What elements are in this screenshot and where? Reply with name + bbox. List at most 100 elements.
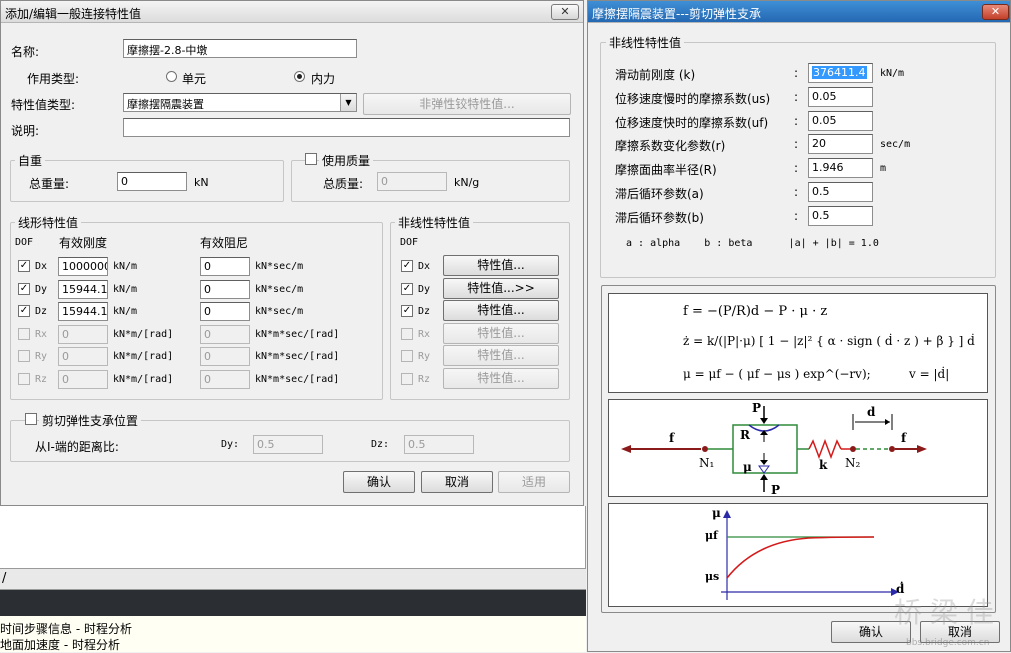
watermark-logo: 桥梁佳 bbox=[894, 596, 1003, 629]
nonlinear-checkbox-dz[interactable]: ✓ bbox=[401, 305, 413, 317]
damping-input[interactable]: 0 bbox=[200, 324, 250, 344]
param-unit: sec/m bbox=[880, 139, 911, 151]
stiffness-input[interactable]: 15944.1 bbox=[58, 302, 108, 321]
curve-y-label: μ bbox=[712, 506, 721, 520]
description-input[interactable] bbox=[123, 118, 570, 137]
param-input[interactable]: 0.5 bbox=[808, 182, 873, 202]
use-mass-checkbox[interactable] bbox=[305, 153, 317, 165]
stiffness-unit: kN/m bbox=[113, 261, 138, 272]
nonlinear-dof-header: DOF bbox=[400, 237, 419, 248]
param-input[interactable]: 0.5 bbox=[808, 205, 873, 226]
stiffness-input[interactable]: 0 bbox=[58, 324, 108, 344]
property-type-select[interactable]: 摩擦摆隔震装置 ▼ bbox=[123, 93, 357, 112]
dof-label: Dy bbox=[35, 283, 48, 295]
model-label-n2: N₂ bbox=[845, 456, 861, 470]
nonlinear-checkbox-rz[interactable] bbox=[401, 372, 413, 385]
chevron-down-icon[interactable]: ▼ bbox=[340, 94, 356, 111]
model-label-n1: N₁ bbox=[699, 456, 715, 470]
close-icon[interactable]: ✕ bbox=[551, 4, 579, 20]
stiffness-unit: kN*m/[rad] bbox=[113, 328, 174, 340]
apply-button[interactable]: 适用 bbox=[498, 471, 570, 493]
damping-input[interactable]: 0 bbox=[200, 369, 250, 389]
param-colon: : bbox=[794, 89, 799, 104]
stiffness-unit: kN*m/[rad] bbox=[113, 351, 174, 362]
param-colon: : bbox=[794, 161, 799, 176]
dof-label: Dx bbox=[35, 261, 48, 272]
nonlinear-properties-button[interactable]: 特性值... bbox=[443, 367, 559, 389]
nonlinear-properties-button[interactable]: 特性值... bbox=[443, 322, 559, 344]
dof-checkbox-rz[interactable] bbox=[18, 372, 30, 385]
radio-internal-force-label: 内力 bbox=[311, 72, 336, 86]
dy-label: Dy: bbox=[221, 439, 240, 450]
stiffness-input[interactable]: 15944.1 bbox=[58, 279, 108, 299]
damping-input[interactable]: 0 bbox=[200, 257, 250, 276]
nonlinear-properties-button[interactable]: 特性值... bbox=[443, 300, 559, 321]
param-value: 20 bbox=[812, 137, 826, 151]
dof-label: Rz bbox=[35, 373, 48, 385]
nonlinear-dof-label: Rz bbox=[418, 373, 431, 385]
dof-checkbox-rx[interactable] bbox=[18, 327, 30, 340]
hinge-properties-button[interactable]: 非弹性铰特性值... bbox=[363, 93, 571, 115]
param-value: 0.5 bbox=[812, 185, 830, 198]
nonlinear-properties-button[interactable]: 特性值... bbox=[443, 255, 559, 276]
dof-checkbox-dx[interactable]: ✓ bbox=[18, 260, 30, 272]
formula-box: f = −(P/R)d − P · μ · z ż = k/(|P|·μ) [ … bbox=[608, 293, 988, 393]
nonlinear-checkbox-dy[interactable]: ✓ bbox=[401, 282, 413, 295]
nonlinear-properties-button[interactable]: 特性值... bbox=[443, 345, 559, 366]
param-colon: : bbox=[794, 66, 799, 80]
nonlinear-checkbox-ry[interactable] bbox=[401, 350, 413, 362]
param-value: 1.946 bbox=[812, 161, 844, 175]
name-input[interactable]: 摩擦摆-2.8-中墩 bbox=[123, 39, 357, 58]
model-label-r: R bbox=[740, 428, 750, 442]
stiffness-input[interactable]: 10000000 bbox=[58, 257, 108, 276]
close-icon[interactable]: ✕ bbox=[982, 4, 1009, 20]
stiffness-unit: kN*m/[rad] bbox=[113, 373, 174, 385]
param-input[interactable]: 1.946 bbox=[808, 158, 873, 179]
param-label: 位移速度慢时的摩擦系数(us) bbox=[615, 91, 771, 106]
dof-checkbox-dz[interactable]: ✓ bbox=[18, 305, 30, 317]
nonlinear-properties-button[interactable]: 特性值...>> bbox=[443, 277, 559, 299]
param-label: 摩擦系数变化参数(r) bbox=[615, 139, 726, 154]
total-weight-input[interactable]: 0 bbox=[117, 172, 187, 191]
param-input[interactable]: 0.05 bbox=[808, 110, 873, 131]
stiffness-header: 有效刚度 bbox=[59, 236, 108, 250]
dz-ratio-input[interactable]: 0.5 bbox=[404, 435, 474, 454]
dy-ratio-input[interactable]: 0.5 bbox=[253, 435, 323, 454]
param-label: 滞后循环参数(b) bbox=[615, 210, 704, 225]
radio-internal-force[interactable] bbox=[294, 71, 305, 82]
param-input[interactable]: 376411.4 bbox=[808, 63, 873, 83]
ok-button[interactable]: 确认 bbox=[343, 471, 415, 493]
stiffness-input[interactable]: 0 bbox=[58, 347, 108, 366]
shear-spring-checkbox[interactable] bbox=[25, 413, 37, 425]
damping-input[interactable]: 0 bbox=[200, 279, 250, 299]
total-mass-input[interactable]: 0 bbox=[377, 172, 447, 191]
stiffness-input[interactable]: 0 bbox=[58, 369, 108, 389]
left-dialog-title: 添加/编辑一般连接特性值 bbox=[5, 7, 142, 21]
model-diagram-svg bbox=[621, 406, 927, 492]
tab-divider[interactable]: / bbox=[2, 571, 6, 586]
damping-input[interactable]: 0 bbox=[200, 347, 250, 366]
curve-muf-label: μf bbox=[705, 529, 718, 542]
total-mass-unit: kN/g bbox=[454, 176, 480, 189]
radio-element[interactable] bbox=[166, 71, 177, 82]
model-label-f-left: f bbox=[669, 431, 675, 445]
param-label: 摩擦面曲率半径(R) bbox=[615, 163, 717, 178]
model-label-k: k bbox=[819, 458, 828, 472]
formula-friction: μ = μf − ( μf − μs ) exp^(−rv); bbox=[683, 367, 871, 381]
dof-checkbox-dy[interactable]: ✓ bbox=[18, 282, 30, 295]
property-type-label: 特性值类型: bbox=[11, 98, 76, 112]
nonlinear-checkbox-rx[interactable] bbox=[401, 327, 413, 340]
param-input[interactable]: 20 bbox=[808, 134, 873, 155]
param-label: 滑动前刚度 (k) bbox=[615, 68, 696, 82]
linear-title: 线形特性值 bbox=[15, 214, 82, 231]
dof-checkbox-ry[interactable] bbox=[18, 350, 30, 362]
background-tab-strip: / bbox=[0, 568, 586, 590]
param-input[interactable]: 0.05 bbox=[808, 86, 873, 107]
damping-input[interactable]: 0 bbox=[200, 302, 250, 321]
radio-element-label: 单元 bbox=[182, 72, 207, 86]
model-diagram: P R d f f N₁ N₂ k μ P bbox=[608, 399, 988, 497]
cancel-button[interactable]: 取消 bbox=[421, 471, 493, 493]
dof-label: Rx bbox=[35, 328, 48, 340]
formula-velocity: v = |ḋ| bbox=[909, 367, 950, 381]
nonlinear-checkbox-dx[interactable]: ✓ bbox=[401, 260, 413, 272]
